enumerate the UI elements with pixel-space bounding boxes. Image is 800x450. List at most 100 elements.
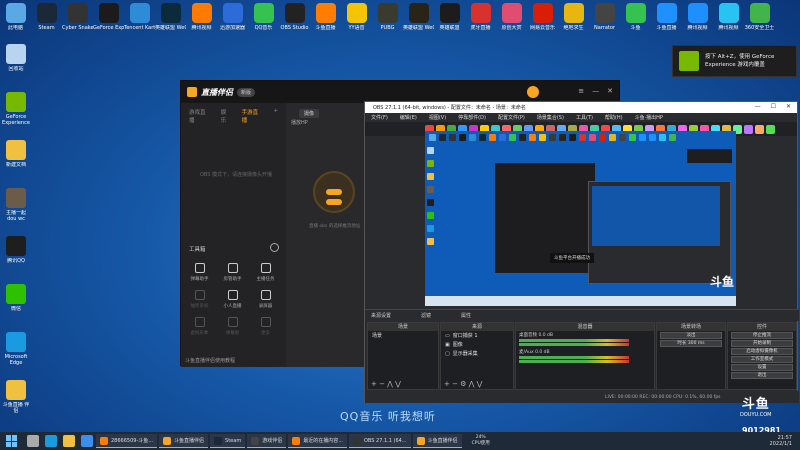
toolbox-item[interactable]: 小人直播 xyxy=(216,290,249,309)
desktop-shortcut[interactable]: 斗鱼 xyxy=(620,0,651,40)
desktop-shortcut[interactable]: Cyber Snake xyxy=(62,0,93,40)
minimize-icon[interactable]: — xyxy=(755,103,761,110)
volume-slider[interactable] xyxy=(519,360,629,363)
tab-game[interactable]: 游戏直播 xyxy=(189,108,211,124)
desktop-shortcut[interactable]: PUBG xyxy=(372,0,403,40)
desktop-shortcut[interactable]: 回收站 xyxy=(2,44,30,86)
desktop-shortcut[interactable]: 微信 xyxy=(2,284,30,326)
edge-icon[interactable] xyxy=(45,435,57,447)
obs-menu-item[interactable]: 视图(V) xyxy=(429,114,446,121)
obs-menu-item[interactable]: 工具(T) xyxy=(576,114,593,121)
taskbar-task[interactable]: Steam xyxy=(210,434,246,448)
obs-menu-item[interactable]: 停靠部件(D) xyxy=(458,114,486,121)
taskbar-task[interactable]: OBS 27.1.1 (64... xyxy=(349,434,411,448)
desktop-shortcut[interactable]: 虎牙直播 xyxy=(465,0,496,40)
close-icon[interactable]: ✕ xyxy=(607,87,613,95)
toolbox-item[interactable]: 弹幕姬 xyxy=(216,317,249,336)
desktop-shortcut[interactable]: 斗鱼直播 伴侣 xyxy=(2,380,30,422)
filters-button[interactable]: 滤镜 xyxy=(421,312,431,319)
desktop-shortcut[interactable]: Microsoft Edge xyxy=(2,332,30,374)
virtual-camera-button[interactable]: 启动虚拟摄像机 xyxy=(731,348,793,355)
tab-entertainment[interactable]: 娱乐 xyxy=(221,108,232,124)
taskbar-clock[interactable]: 21:57 2022/1/1 xyxy=(770,435,792,447)
desktop-shortcut[interactable]: GeForce Experience xyxy=(93,0,124,40)
dock-app-icon[interactable] xyxy=(744,124,753,134)
explorer-icon[interactable] xyxy=(63,435,75,447)
desktop-shortcut[interactable]: 原创大赏 xyxy=(496,0,527,40)
toolbox-item[interactable]: 虚拟形象 xyxy=(183,317,216,336)
dock-app-icon[interactable] xyxy=(755,124,764,134)
toolbox-item[interactable]: 弹幕助手 xyxy=(183,263,216,282)
desktop-shortcut[interactable]: 网易云音乐 xyxy=(527,0,558,40)
app-version-badge[interactable]: 新版 xyxy=(237,87,256,97)
desktop-shortcut[interactable]: Steam xyxy=(31,0,62,40)
toolbox-item[interactable]: 房管助手 xyxy=(216,263,249,282)
taskbar-task[interactable]: 斗鱼直播伴侣 xyxy=(159,434,209,448)
taskbar-task[interactable]: 斗鱼直播伴侣 xyxy=(412,434,462,448)
exit-button[interactable]: 退出 xyxy=(731,372,793,379)
desktop-shortcut[interactable]: 360安全卫士 xyxy=(744,0,775,40)
add-scene-icon[interactable]: + xyxy=(273,108,278,124)
start-button[interactable] xyxy=(6,435,18,447)
desktop-shortcut[interactable]: 此电脑 xyxy=(0,0,31,40)
desktop-shortcut[interactable]: QQ音乐 xyxy=(248,0,279,40)
minimize-icon[interactable]: — xyxy=(592,87,599,95)
desktop-shortcut[interactable]: 英雄联盟 WeGame xyxy=(155,0,186,40)
duration-input[interactable]: 时长 300 ms xyxy=(660,340,722,347)
toolbox-item[interactable]: 主播任务 xyxy=(249,263,282,282)
desktop-shortcut[interactable]: 斗鱼直播 xyxy=(310,0,341,40)
desktop-shortcut[interactable]: Tencent Kart xyxy=(124,0,155,40)
toolbox-settings-icon[interactable] xyxy=(270,243,279,252)
source-item[interactable]: ▭ 窗口捕获 1 xyxy=(441,331,513,340)
desktop-shortcut[interactable]: 腾讯视频 xyxy=(682,0,713,40)
desktop-shortcut[interactable]: 腾讯QQ xyxy=(2,236,30,278)
nvidia-overlay-toast[interactable]: 按下 Alt+Z，使用 GeForce Experience 游戏内覆盖 xyxy=(672,45,797,77)
scene-item[interactable]: 场景 xyxy=(368,331,438,340)
desktop-shortcut[interactable]: 腾讯视频 xyxy=(713,0,744,40)
desktop-shortcut[interactable]: 英雄联盟 xyxy=(434,0,465,40)
maximize-icon[interactable]: ☐ xyxy=(771,103,776,110)
menu-icon[interactable]: ≡ xyxy=(578,87,584,95)
avatar[interactable] xyxy=(527,86,539,98)
desktop-shortcut[interactable]: OBS Studio xyxy=(279,0,310,40)
cpu-widget[interactable]: 24% CPU使用 xyxy=(472,435,490,447)
obs-menu-item[interactable]: 编辑(E) xyxy=(400,114,417,121)
transition-select[interactable]: 淡出 xyxy=(660,332,722,339)
dock-app-icon[interactable] xyxy=(766,124,775,134)
properties-button[interactable]: 属性 xyxy=(461,312,471,319)
taskbar-task[interactable]: 28666509-斗鱼... xyxy=(96,434,158,448)
taskbar-task[interactable]: 最近的在播内容... xyxy=(288,434,347,448)
desktop-shortcut[interactable]: GeForce Experience xyxy=(2,92,30,134)
source-item[interactable]: ▢ 显示器采集 xyxy=(441,349,513,358)
start-recording-button[interactable]: 开始录制 xyxy=(731,340,793,347)
desktop-shortcut[interactable]: 新建文档 xyxy=(2,140,30,182)
obs-menu-item[interactable]: 文件(F) xyxy=(371,114,388,121)
desktop-shortcut[interactable]: 斗鱼直播 xyxy=(651,0,682,40)
desktop-shortcut[interactable]: YY语音 xyxy=(341,0,372,40)
stop-streaming-button[interactable]: 停止推流 xyxy=(731,332,793,339)
start-live-button[interactable] xyxy=(326,189,342,195)
obs-preview[interactable]: 斗鱼平台开播成功 斗鱼 xyxy=(425,131,736,306)
toolbox-item[interactable]: 更多 xyxy=(249,317,282,336)
close-icon[interactable]: ✕ xyxy=(786,103,791,110)
live-settings-button[interactable] xyxy=(326,199,342,205)
obs-menu-item[interactable]: 场景集合(S) xyxy=(537,114,564,121)
scene-controls[interactable]: + − ⋀ ⋁ xyxy=(371,380,401,388)
search-icon[interactable] xyxy=(27,435,39,447)
desktop-shortcut[interactable]: 主播一起 dou wc xyxy=(2,188,30,230)
desktop-shortcut[interactable]: 迅游加速器 xyxy=(217,0,248,40)
taskbar-task[interactable]: 游戏伴侣 xyxy=(247,434,287,448)
obs-menu-item[interactable]: 配置文件(P) xyxy=(498,114,525,121)
toolbox-item[interactable]: 录屏器 xyxy=(249,290,282,309)
source-settings-label[interactable]: 来源设置 xyxy=(371,312,391,319)
obs-menu-item[interactable]: 帮助(H) xyxy=(605,114,623,121)
store-icon[interactable] xyxy=(81,435,93,447)
settings-button[interactable]: 设置 xyxy=(731,364,793,371)
obs-menu-item[interactable]: 斗鱼·播出HP xyxy=(635,114,663,121)
volume-slider[interactable] xyxy=(519,343,629,346)
desktop-shortcut[interactable]: 腾讯视频 xyxy=(186,0,217,40)
studio-mode-button[interactable]: 工作室模式 xyxy=(731,356,793,363)
camera-tab[interactable]: 摄像 xyxy=(299,109,320,118)
desktop-shortcut[interactable]: 绝地求生 xyxy=(558,0,589,40)
tab-mobile[interactable]: 手游直播 xyxy=(242,108,264,124)
